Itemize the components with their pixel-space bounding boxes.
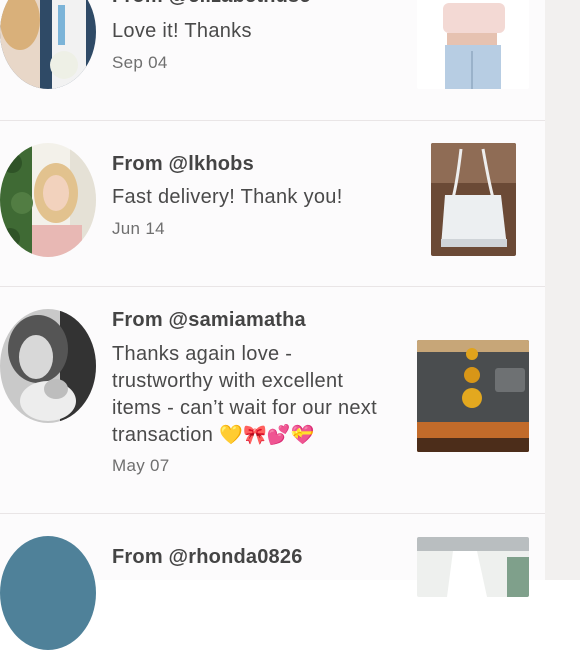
- review-date: Sep 04: [112, 53, 168, 72]
- right-panel: [545, 0, 580, 580]
- review-emoji: 💛🎀💕💝: [219, 425, 315, 446]
- item-thumbnail[interactable]: [417, 340, 529, 452]
- review-item[interactable]: From @elizabethusc Love it! Thanks Sep 0…: [0, 0, 545, 120]
- review-message: Thanks again love - trustworthy with exc…: [112, 341, 397, 449]
- review-item[interactable]: From @samiamatha Thanks again love - tru…: [0, 287, 545, 513]
- review-message: Fast delivery! Thank you!: [112, 186, 343, 208]
- item-thumbnail[interactable]: [417, 0, 529, 89]
- item-thumbnail[interactable]: [431, 143, 516, 256]
- review-message: Love it! Thanks: [112, 20, 252, 42]
- review-item[interactable]: From @lkhobs Fast delivery! Thank you! J…: [0, 121, 545, 286]
- review-from[interactable]: From @samiamatha: [112, 309, 306, 332]
- user-avatar[interactable]: [0, 309, 96, 423]
- review-item[interactable]: From @rhonda0826: [0, 514, 545, 650]
- user-avatar[interactable]: [0, 0, 96, 89]
- review-from[interactable]: From @elizabethusc: [112, 0, 311, 8]
- review-from[interactable]: From @rhonda0826: [112, 546, 303, 569]
- review-date: Jun 14: [112, 219, 165, 238]
- item-thumbnail[interactable]: [417, 537, 529, 597]
- user-avatar[interactable]: [0, 143, 96, 257]
- user-avatar[interactable]: [0, 536, 96, 650]
- review-date: May 07: [112, 456, 170, 475]
- review-from[interactable]: From @lkhobs: [112, 153, 254, 176]
- love-notes-list: From @elizabethusc Love it! Thanks Sep 0…: [0, 0, 545, 650]
